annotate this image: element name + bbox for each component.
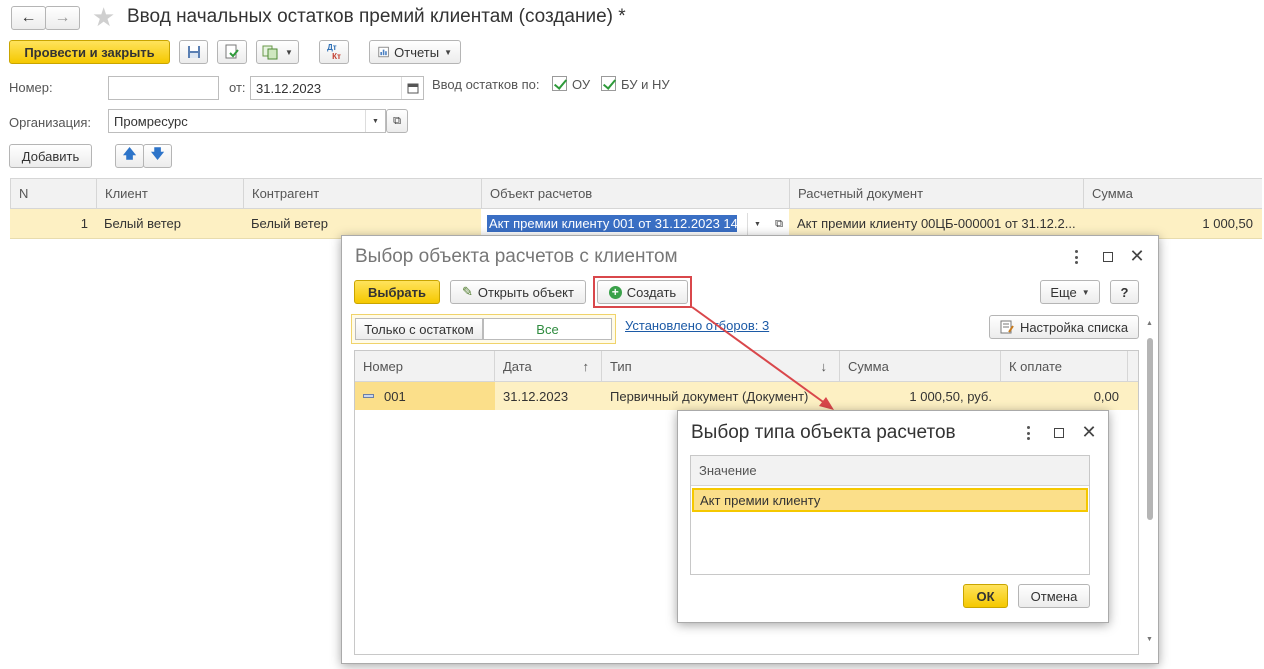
ok-button[interactable]: ОК: [963, 584, 1008, 608]
maximize-icon[interactable]: [1050, 424, 1068, 442]
select-object-type-dialog: Выбор типа объекта расчетов ✕ Значение А…: [677, 410, 1109, 623]
type-list: Значение Акт премии клиенту: [690, 455, 1090, 575]
type-list-header: Значение: [691, 456, 1089, 486]
close-icon[interactable]: ✕: [1080, 422, 1098, 442]
dialog2-title: Выбор типа объекта расчетов: [691, 422, 956, 443]
list-item[interactable]: Акт премии клиенту: [692, 488, 1088, 512]
more-vertical-icon[interactable]: [1026, 426, 1030, 440]
cancel-button[interactable]: Отмена: [1018, 584, 1090, 608]
col-value[interactable]: Значение: [691, 456, 1089, 485]
